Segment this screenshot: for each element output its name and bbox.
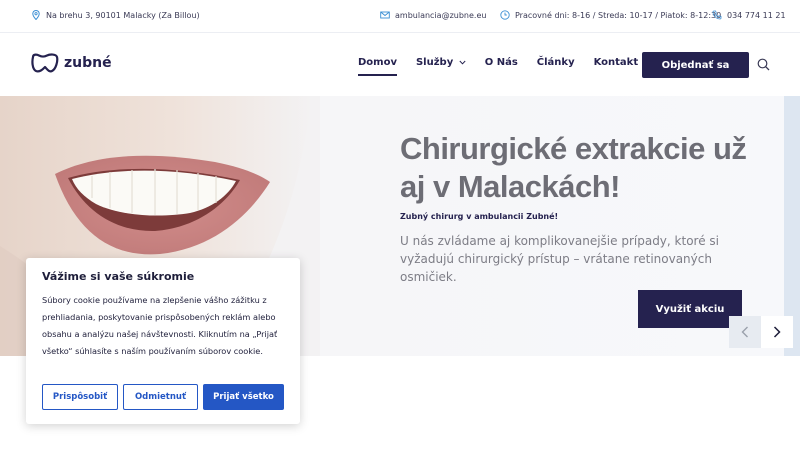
nav-item-kontakt[interactable]: Kontakt [594, 57, 639, 74]
hero-kicker: Zubný chirurg v ambulancii Zubné! [400, 212, 559, 221]
book-appointment-button[interactable]: Objednať sa [642, 52, 749, 78]
cookie-customize-button[interactable]: Prispôsobiť [42, 384, 118, 410]
email-link[interactable]: ambulancia@zubne.eu [395, 11, 486, 20]
hero-text: U nás zvládame aj komplikovanejšie prípa… [400, 234, 719, 284]
cookie-reject-button[interactable]: Odmietnuť [123, 384, 198, 410]
nav-item-sluzby[interactable]: Služby [416, 57, 466, 74]
site-header: zubné Domov Služby O Nás Články Kontakt … [0, 33, 800, 96]
address-text: Na brehu 3, 90101 Malacky (Za Billou) [46, 10, 200, 20]
phone-link[interactable]: 034 774 11 21 [727, 11, 786, 20]
chevron-down-icon [459, 60, 466, 65]
cookie-text: Súbory cookie používame na zlepšenie váš… [42, 295, 278, 356]
nav-item-domov[interactable]: Domov [358, 57, 397, 76]
mail-icon [380, 11, 390, 19]
email-item[interactable]: ambulancia@zubne.eu [380, 10, 486, 20]
top-bar: Na brehu 3, 90101 Malacky (Za Billou) am… [0, 0, 800, 33]
logo-mark-icon [31, 53, 59, 73]
nav-item-sluzby-label: Služby [415, 57, 454, 68]
hours-text: Pracovné dni: 8-16 / Streda: 10-17 / Pia… [515, 10, 722, 20]
search-icon[interactable] [757, 58, 770, 71]
address-item: Na brehu 3, 90101 Malacky (Za Billou) [31, 10, 200, 20]
nav-item-o-nas[interactable]: O Nás [485, 57, 518, 74]
slider-next-button[interactable] [761, 316, 793, 348]
chevron-left-icon [741, 326, 748, 338]
slider-prev-button[interactable] [729, 316, 761, 348]
nav-item-clanky[interactable]: Články [537, 57, 575, 74]
hours-item: Pracovné dni: 8-16 / Streda: 10-17 / Pia… [500, 10, 721, 20]
phone-icon [712, 10, 722, 20]
use-offer-button[interactable]: Využiť akciu [638, 290, 742, 328]
hero-headline: Chirurgické extrakcie už aj v Malackách! [400, 130, 760, 206]
cookie-title: Vážime si vaše súkromie [42, 270, 195, 283]
phone-item[interactable]: 034 774 11 21 [712, 10, 786, 20]
logo-text: zubné [64, 55, 112, 71]
main-nav: Domov Služby O Nás Články Kontakt [358, 57, 639, 76]
location-pin-icon [32, 10, 40, 20]
cookie-accept-all-button[interactable]: Prijať všetko [203, 384, 284, 410]
chevron-right-icon [773, 326, 781, 338]
cookie-consent-dialog: Vážime si vaše súkromie Súbory cookie po… [26, 258, 300, 424]
hero-headline-line-1: Chirurgické extrakcie už [400, 131, 747, 166]
logo[interactable]: zubné [30, 53, 112, 73]
clock-icon [500, 10, 510, 20]
hero-headline-line-2: aj v Malackách! [400, 169, 620, 204]
